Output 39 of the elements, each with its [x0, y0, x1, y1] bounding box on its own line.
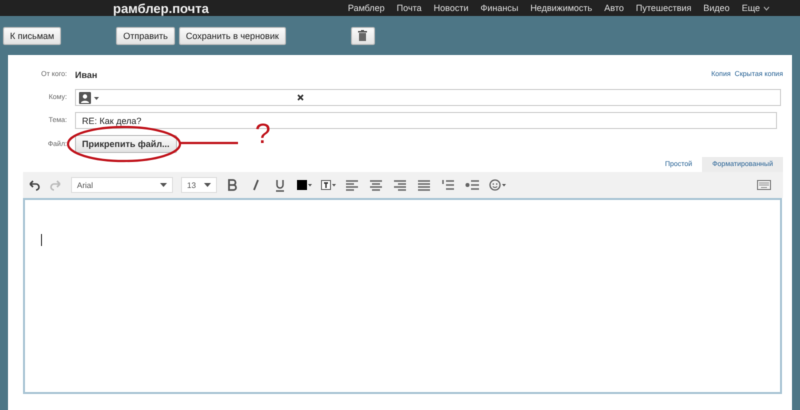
- logo[interactable]: рамблер.почта: [113, 0, 209, 16]
- numbered-list-icon[interactable]: [441, 178, 457, 192]
- text-cursor: [41, 234, 42, 246]
- font-select[interactable]: Arial: [71, 177, 173, 193]
- align-right-icon[interactable]: [393, 178, 409, 192]
- trash-icon: [358, 30, 368, 41]
- align-justify-icon[interactable]: [417, 178, 433, 192]
- size-value: 13: [187, 180, 196, 190]
- recipient-field[interactable]: [75, 89, 781, 106]
- keyboard-icon[interactable]: [757, 180, 771, 190]
- sender-name: Иван: [75, 70, 98, 80]
- nav-link[interactable]: Финансы: [480, 3, 518, 13]
- action-button[interactable]: Отправить: [116, 26, 175, 44]
- nav-link[interactable]: Рамблер: [348, 3, 385, 13]
- attach-button[interactable]: Прикрепить файл...: [75, 135, 177, 153]
- nav-link[interactable]: Недвижимость: [530, 3, 592, 13]
- clear-icon[interactable]: [297, 94, 304, 101]
- caret-icon[interactable]: [204, 183, 211, 187]
- chevron-icon[interactable]: [763, 6, 770, 10]
- highlight-color-icon[interactable]: [321, 178, 337, 192]
- align-left-icon[interactable]: [345, 178, 361, 192]
- bullet-list-icon[interactable]: [465, 178, 481, 192]
- size-select[interactable]: 13: [181, 177, 217, 193]
- nav-link[interactable]: Путешествия: [636, 3, 692, 13]
- nav-link[interactable]: Авто: [604, 3, 624, 13]
- font-value: Arial: [77, 180, 94, 190]
- delete-button[interactable]: [350, 26, 375, 44]
- nav-link[interactable]: Еще: [742, 3, 770, 13]
- align-center-icon[interactable]: [369, 178, 385, 192]
- nav-link[interactable]: Новости: [434, 3, 469, 13]
- nav-link[interactable]: Почта: [396, 3, 422, 13]
- caret-icon[interactable]: [160, 183, 167, 187]
- undo-icon[interactable]: [27, 178, 41, 192]
- contact-icon[interactable]: [78, 90, 100, 104]
- smiley-icon[interactable]: [489, 178, 506, 192]
- back-button[interactable]: К письмам: [3, 26, 62, 44]
- text-color-icon[interactable]: [297, 178, 313, 192]
- nav-link[interactable]: Видео: [703, 3, 730, 13]
- action-button[interactable]: Сохранить в черновик: [178, 26, 286, 44]
